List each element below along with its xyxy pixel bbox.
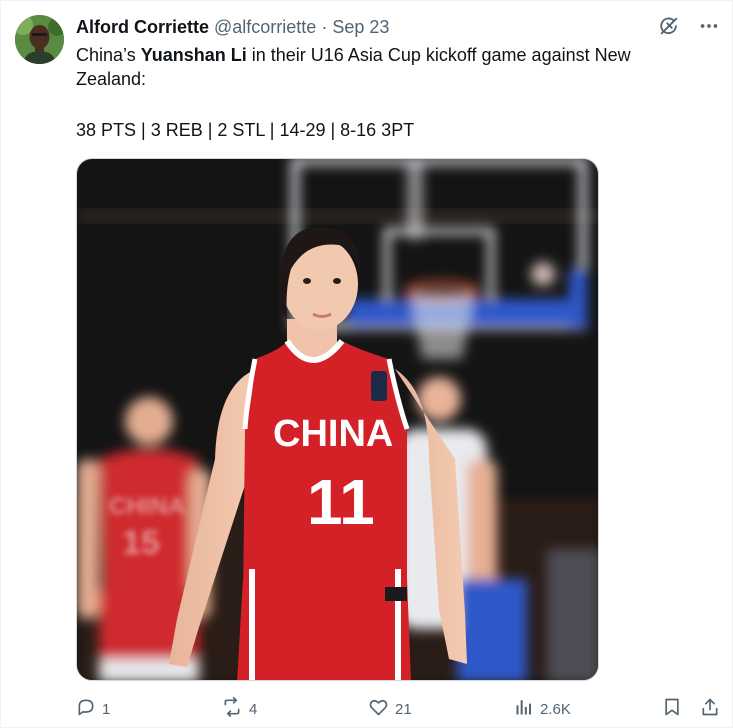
views-count: 2.6K bbox=[540, 700, 571, 718]
like-icon bbox=[368, 697, 389, 721]
jersey-team: CHINA bbox=[273, 413, 393, 455]
tweet-photo[interactable]: CHINA 15 CHINA 11 bbox=[76, 158, 599, 681]
tweet-text: China’s Yuanshan Li in their U16 Asia Cu… bbox=[76, 43, 696, 91]
bookmark-button[interactable] bbox=[662, 697, 682, 721]
basketball-photo: CHINA 15 CHINA 11 bbox=[77, 159, 598, 680]
views-button[interactable]: 2.6K bbox=[514, 697, 571, 721]
more-icon[interactable] bbox=[698, 15, 720, 37]
tweet-actions: 1 4 21 2.6K bbox=[76, 697, 724, 721]
repost-icon bbox=[221, 697, 243, 721]
blurred-jersey-number: 15 bbox=[122, 524, 160, 562]
share-icon bbox=[700, 696, 720, 722]
author-name[interactable]: Alford Corriette bbox=[76, 17, 209, 38]
like-count: 21 bbox=[395, 700, 412, 718]
tweet-date[interactable]: Sep 23 bbox=[332, 17, 389, 38]
blurred-jersey-team: CHINA bbox=[109, 493, 185, 520]
repost-button[interactable]: 4 bbox=[221, 697, 257, 721]
bookmark-icon bbox=[662, 696, 682, 722]
tweet-header: Alford Corriette @alfcorriette · Sep 23 bbox=[76, 16, 389, 38]
share-button[interactable] bbox=[700, 697, 720, 721]
avatar[interactable] bbox=[15, 15, 64, 64]
reply-count: 1 bbox=[102, 700, 111, 718]
stat-line: 38 PTS | 3 REB | 2 STL | 14-29 | 8-16 3P… bbox=[76, 120, 415, 140]
header-actions bbox=[658, 15, 720, 37]
tweet-text-prefix: China’s bbox=[76, 45, 141, 65]
jersey-number: 11 bbox=[307, 466, 375, 538]
reply-button[interactable]: 1 bbox=[76, 697, 110, 721]
tweet-card[interactable]: Alford Corriette @alfcorriette · Sep 23 … bbox=[0, 0, 733, 728]
reply-icon bbox=[76, 697, 96, 721]
repost-count: 4 bbox=[249, 700, 258, 718]
grok-icon[interactable] bbox=[658, 15, 680, 37]
like-button[interactable]: 21 bbox=[368, 697, 412, 721]
views-icon bbox=[514, 697, 534, 721]
author-handle[interactable]: @alfcorriette bbox=[214, 17, 316, 38]
separator-dot: · bbox=[321, 16, 328, 37]
player-name: Yuanshan Li bbox=[140, 45, 247, 65]
